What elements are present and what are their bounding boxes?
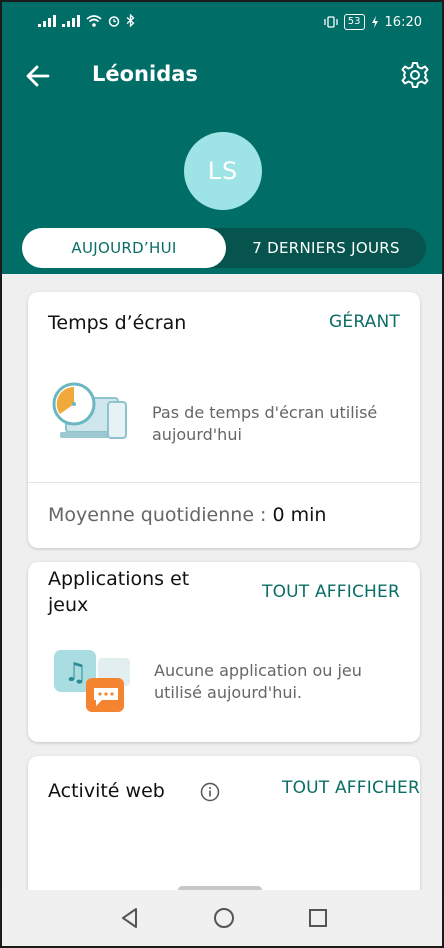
apps-view-all-button[interactable]: TOUT AFFICHER (262, 582, 400, 602)
clock: 16:20 (384, 14, 422, 30)
apps-empty-line1: Aucune application ou jeu (154, 661, 362, 680)
web-view-all-button[interactable]: TOUT AFFICHER (282, 778, 420, 798)
signal-icon-2 (62, 14, 80, 27)
settings-button[interactable] (400, 60, 430, 90)
apps-empty-line2: utilisé aujourd'hui. (154, 683, 302, 702)
apps-games-icon: ♫ (54, 650, 130, 712)
screen-time-card: Temps d’écran GÉRANT Pas de temps d'écra… (28, 292, 420, 548)
tab-last-7-days[interactable]: 7 DERNIERS JOURS (226, 228, 426, 268)
vibrate-icon (324, 16, 338, 28)
web-activity-title: Activité web (48, 780, 165, 802)
alarm-icon (108, 15, 120, 27)
status-bar: 53 16:20 (2, 2, 442, 42)
app-bar: Léonidas (2, 42, 442, 110)
manage-button[interactable]: GÉRANT (329, 312, 400, 332)
screen-time-title: Temps d’écran (48, 312, 187, 334)
gear-icon (401, 62, 429, 88)
avatar: LS (184, 132, 262, 210)
screen-time-empty-line1: Pas de temps d'écran utilisé (152, 403, 378, 422)
profile-header: LS AUJOURD’HUI 7 DERNIERS JOURS (2, 110, 442, 274)
apps-title-line2: jeux (48, 594, 89, 616)
tab-today[interactable]: AUJOURD’HUI (22, 228, 226, 268)
daily-average: Moyenne quotidienne : 0 min (48, 504, 326, 526)
triangle-back-icon (122, 908, 137, 928)
page-title: Léonidas (92, 62, 198, 86)
navigation-bar (2, 890, 442, 946)
web-activity-card: Activité web TOUT AFFICHER (28, 756, 420, 906)
charging-icon (371, 16, 378, 28)
nav-back-button[interactable] (116, 904, 144, 932)
apps-empty-text: Aucune application ou jeu utilisé aujour… (154, 660, 362, 704)
svg-text:♫: ♫ (64, 658, 87, 688)
apps-title-line1: Applications et (48, 568, 190, 590)
back-button[interactable] (24, 62, 52, 90)
nav-recents-button[interactable] (304, 904, 332, 932)
battery-indicator: 53 (343, 14, 365, 30)
devices-clock-icon (52, 382, 127, 439)
info-icon[interactable] (200, 782, 220, 802)
apps-title: Applications et jeux (48, 566, 189, 618)
wifi-icon (86, 14, 102, 27)
period-tabs: AUJOURD’HUI 7 DERNIERS JOURS (22, 228, 426, 268)
arrow-left-icon (26, 65, 50, 87)
bluetooth-icon (126, 14, 135, 27)
nav-home-button[interactable] (210, 904, 238, 932)
status-icons-right: 53 16:20 (324, 14, 422, 30)
divider (28, 482, 420, 483)
daily-average-value: 0 min (272, 504, 327, 526)
signal-icon (38, 14, 56, 27)
status-icons-left (38, 14, 135, 27)
apps-card: Applications et jeux TOUT AFFICHER ♫ Auc… (28, 562, 420, 742)
daily-average-label: Moyenne quotidienne : (48, 504, 273, 526)
screen-time-empty-line2: aujourd'hui (152, 425, 242, 444)
screen-time-empty-text: Pas de temps d'écran utilisé aujourd'hui (152, 402, 377, 446)
square-recents-icon (309, 909, 327, 927)
circle-home-icon (214, 908, 234, 928)
